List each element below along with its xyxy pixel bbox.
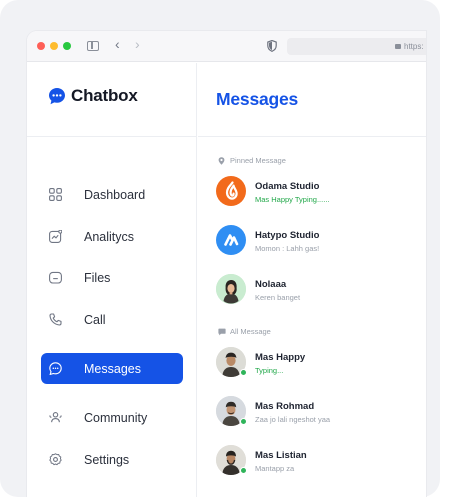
all-messages-section-label: All Message: [218, 327, 271, 336]
messages-panel: Messages Pinned Message Odama Studio Mas…: [198, 63, 426, 497]
sidebar-toggle-icon[interactable]: [87, 41, 99, 51]
conversation-preview: Mas Happy Typing......: [255, 195, 330, 204]
sidebar-item-label: Settings: [84, 452, 130, 467]
sidebar-item-label: Dashboard: [84, 187, 146, 202]
conversation-name: Mas Listian: [255, 450, 307, 461]
shield-icon[interactable]: [267, 39, 277, 52]
person-photo-avatar: [216, 396, 247, 426]
sidebar-item-label: Messages: [84, 361, 141, 376]
conversation-preview: Momon : Lahh gas!: [255, 244, 320, 253]
analytics-icon: [49, 230, 62, 243]
conversation-preview: Mantapp za: [255, 464, 295, 473]
page-title: Messages: [216, 89, 299, 109]
sidebar-item-messages[interactable]: Messages: [41, 353, 183, 384]
online-status-dot: [240, 369, 247, 376]
sidebar: Chatbox Dashboard Analitycs Files Call M…: [27, 63, 197, 497]
person-photo-avatar: [216, 347, 247, 377]
sidebar-item-files[interactable]: Files: [41, 262, 183, 293]
conversation-item[interactable]: Odama Studio Mas Happy Typing......: [216, 176, 421, 208]
close-window-button[interactable]: [37, 42, 45, 50]
conversation-preview: Zaa jo lali ngeshot yaa: [255, 415, 331, 424]
conversation-name: Nolaaa: [255, 279, 287, 290]
browser-window: ‹ › https: Chatbox Dashboard Analitycs F…: [27, 31, 426, 497]
sidebar-divider: [27, 136, 197, 137]
sidebar-item-call[interactable]: Call: [41, 304, 183, 335]
conversation-preview: Keren banget: [255, 293, 301, 302]
maximize-window-button[interactable]: [63, 42, 71, 50]
conversation-item[interactable]: Nolaaa Keren banget: [216, 274, 421, 306]
online-status-dot: [240, 467, 247, 474]
conversation-item[interactable]: Mas Listian Mantapp za: [216, 445, 421, 477]
folder-icon: [49, 271, 62, 284]
pinned-label-text: Pinned Message: [230, 156, 286, 165]
sidebar-item-settings[interactable]: Settings: [41, 444, 183, 475]
conversation-name: Mas Happy: [255, 352, 306, 363]
sidebar-item-label: Call: [84, 312, 106, 327]
all-label-text: All Message: [230, 327, 271, 336]
phone-icon: [49, 313, 62, 326]
conversation-item[interactable]: Hatypo Studio Momon : Lahh gas!: [216, 225, 421, 257]
url-text: https:: [404, 42, 424, 51]
person-photo-avatar: [216, 445, 247, 475]
conversation-name: Hatypo Studio: [255, 230, 320, 241]
conversation-item[interactable]: Mas Rohmad Zaa jo lali ngeshot yaa: [216, 396, 421, 428]
pin-icon: [218, 157, 225, 165]
conversation-name: Odama Studio: [255, 181, 320, 192]
address-bar[interactable]: https:: [287, 38, 426, 55]
people-icon: [49, 411, 62, 424]
lock-icon: [395, 44, 401, 49]
browser-toolbar: ‹ › https:: [27, 31, 426, 62]
grid-icon: [49, 188, 62, 201]
online-status-dot: [240, 418, 247, 425]
sidebar-item-analytics[interactable]: Analitycs: [41, 221, 183, 252]
sidebar-item-label: Analitycs: [84, 229, 135, 244]
header-divider: [198, 136, 426, 137]
conversation-item[interactable]: Mas Happy Typing...: [216, 347, 421, 379]
sidebar-item-label: Files: [84, 270, 111, 285]
odama-logo-avatar: [216, 176, 246, 206]
pinned-section-label: Pinned Message: [218, 156, 286, 165]
message-icon: [49, 362, 62, 375]
minimize-window-button[interactable]: [50, 42, 58, 50]
message-small-icon: [218, 328, 226, 336]
forward-arrow-icon[interactable]: ›: [135, 37, 140, 51]
conversation-preview: Typing...: [255, 366, 284, 375]
hatypo-logo-avatar: [216, 225, 246, 255]
conversation-name: Mas Rohmad: [255, 401, 315, 412]
person-photo-avatar: [216, 274, 246, 304]
brand[interactable]: Chatbox: [48, 85, 138, 107]
brand-name: Chatbox: [71, 86, 138, 105]
sidebar-item-label: Community: [84, 410, 148, 425]
sidebar-item-community[interactable]: Community: [41, 402, 183, 433]
sidebar-item-dashboard[interactable]: Dashboard: [41, 179, 183, 210]
chat-bubble-icon: [48, 87, 66, 105]
back-arrow-icon[interactable]: ‹: [115, 37, 120, 51]
gear-icon: [49, 453, 62, 466]
